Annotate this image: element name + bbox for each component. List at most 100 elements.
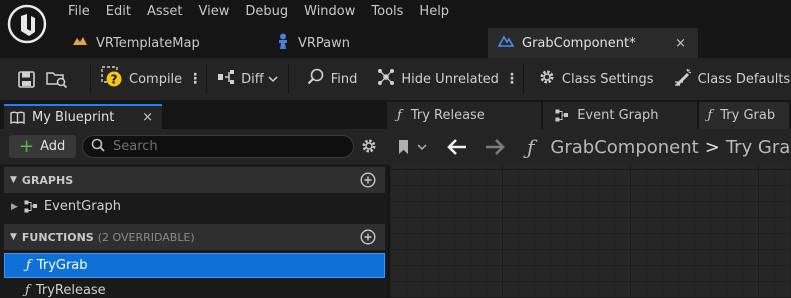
book-icon [10,111,25,124]
chevron-down-icon [417,144,427,151]
tab-label: My Blueprint [32,110,115,125]
tab-my-blueprint[interactable]: My Blueprint × [4,104,162,129]
close-icon[interactable]: × [675,36,686,51]
toolbar-divider [287,64,289,94]
save-icon [18,70,35,88]
class-defaults-label: Class Defaults [697,71,791,87]
hide-unrelated-icon [377,68,395,90]
tab-label: Event Graph [577,108,659,123]
overridable-count: (2 OVERRIDABLE) [97,230,195,244]
graphs-section-header[interactable]: ▼ GRAPHS [4,167,385,193]
class-defaults-icon [674,68,692,90]
hide-unrelated-options-button[interactable]: ⋮ [505,71,519,87]
menu-window[interactable]: Window [296,2,363,22]
menu-view[interactable]: View [191,2,238,22]
function-icon: ƒ [26,258,31,273]
chevron-down-icon [268,72,278,87]
caret-down-icon: ▼ [10,175,17,185]
section-title: GRAPHS [21,173,74,187]
level-icon [72,35,88,51]
search-icon [91,138,105,156]
function-icon: ƒ [397,108,402,123]
menu-tools[interactable]: Tools [363,2,411,22]
save-button[interactable] [0,58,46,100]
forward-arrow-icon[interactable] [485,139,505,155]
tab-grabcomponent[interactable]: GrabComponent* × [488,28,698,58]
graph-tab-row: ƒ Try Release Event Graph ƒ Try Grab [387,102,791,129]
svg-text:?: ? [111,73,118,87]
functions-section-header[interactable]: ▼ FUNCTIONS (2 OVERRIDABLE) [4,224,385,250]
hide-unrelated-button[interactable]: Hide Unrelated [357,58,499,100]
pawn-icon [276,33,290,53]
graph-breadcrumb-bar: ƒ GrabComponent > Try Grab [387,129,791,165]
menu-help[interactable]: Help [411,2,457,22]
tab-label: Try Grab [720,108,776,123]
function-item-tryrelease[interactable]: ƒ TryRelease [4,278,385,298]
function-icon: ƒ [527,135,535,159]
compile-options-button[interactable]: ⋮ [188,71,202,87]
toolbar-divider [522,64,524,94]
add-button[interactable]: + Add [9,135,76,158]
menu-edit[interactable]: Edit [98,2,139,22]
close-icon[interactable]: × [142,110,153,125]
class-defaults-button[interactable]: Class Defaults [654,58,791,100]
browse-icon [46,72,68,88]
add-label: Add [40,139,66,154]
breadcrumb-try-grab[interactable]: Try Grab [726,137,791,158]
plus-icon: + [19,135,35,157]
function-item-trygrab[interactable]: ƒ TryGrab [4,253,385,278]
tab-label: GrabComponent* [522,35,636,51]
menu-bar: File Edit Asset View Debug Window Tools … [60,2,457,22]
search-box [82,135,354,158]
toolbar-divider [206,64,208,94]
breadcrumb-separator: > [704,136,720,158]
diff-button[interactable]: Diff [211,58,278,100]
diff-icon [217,69,235,89]
compile-warning-icon: ? [101,66,123,92]
unreal-logo[interactable] [7,4,47,44]
document-tabs: VRTemplateMap VRPawn GrabComponent* × [60,28,698,58]
find-button[interactable]: Find [293,58,358,100]
back-arrow-icon[interactable] [447,139,467,155]
compile-label: Compile [129,71,183,87]
tab-try-release[interactable]: ƒ Try Release [387,102,542,129]
caret-right-icon[interactable]: ▶ [11,202,18,212]
gear-icon[interactable] [360,137,378,159]
class-settings-label: Class Settings [561,71,654,87]
bookmark-button[interactable] [397,139,427,155]
breadcrumb-grabcomponent[interactable]: GrabComponent [550,137,698,158]
function-icon: ƒ [707,108,713,123]
tab-event-graph[interactable]: Event Graph [543,102,698,129]
graph-canvas[interactable] [390,165,791,298]
caret-down-icon: ▼ [10,232,17,242]
panel-toolbar: + Add [0,129,387,164]
search-input[interactable] [113,139,333,154]
class-settings-button[interactable]: Class Settings [528,58,654,100]
hide-unrelated-label: Hide Unrelated [401,71,499,87]
add-function-icon[interactable] [360,229,376,248]
function-label: TryRelease [35,283,106,298]
diff-label: Diff [241,71,264,87]
toolbar-divider [90,64,91,94]
bookmark-icon [399,140,408,154]
section-title: FUNCTIONS [21,230,94,244]
blueprint-icon [497,34,515,52]
browse-button[interactable] [46,58,86,100]
tree-item-eventgraph[interactable]: ▶ EventGraph [4,194,385,219]
add-graph-icon[interactable] [360,172,376,191]
compile-button[interactable]: ? Compile [95,58,182,100]
tab-vrtemplatemap[interactable]: VRTemplateMap [60,28,270,58]
event-graph-icon [555,109,569,122]
blueprint-toolbar: ? Compile ⋮ Diff Find Hide Unrelated ⋮ C… [0,58,791,100]
title-bar: File Edit Asset View Debug Window Tools … [0,0,791,58]
tab-label: VRPawn [298,35,351,51]
tab-try-grab[interactable]: ƒ Try Grab [699,102,790,129]
menu-debug[interactable]: Debug [237,2,296,22]
panel-tab-row: My Blueprint × [0,102,387,129]
tab-label: VRTemplateMap [96,35,200,51]
menu-asset[interactable]: Asset [139,2,191,22]
menu-file[interactable]: File [60,2,98,22]
find-label: Find [330,71,358,87]
my-blueprint-panel: My Blueprint × + Add ▼ GRAPHS ▶ EventGra… [0,102,387,298]
tab-vrpawn[interactable]: VRPawn [270,28,488,58]
